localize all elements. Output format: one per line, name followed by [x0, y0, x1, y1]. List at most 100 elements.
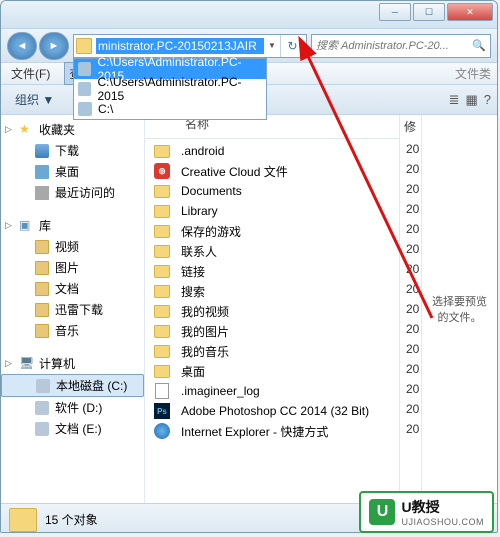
- help-icon[interactable]: ?: [484, 92, 491, 107]
- file-row[interactable]: PsAdobe Photoshop CC 2014 (32 Bit): [145, 401, 399, 421]
- sidebar-item-downloads[interactable]: 下载: [1, 140, 144, 161]
- folder-icon: [154, 185, 170, 198]
- organize-button[interactable]: 组织 ▼: [7, 89, 62, 110]
- folder-icon: [154, 225, 170, 238]
- folder-icon: [154, 285, 170, 298]
- column-date: 修 202020202020202020202020202020: [399, 115, 421, 503]
- sidebar-item-label: 视频: [55, 238, 79, 255]
- sidebar-computer[interactable]: ▷🖥计算机: [1, 353, 144, 374]
- view-list-icon[interactable]: ≣: [449, 92, 460, 108]
- file-date: 20: [404, 159, 419, 179]
- menu-right-label: 文件类: [455, 65, 491, 82]
- file-row[interactable]: 我的视频: [145, 301, 399, 321]
- sidebar-item-label: 文档 (E:): [55, 420, 102, 437]
- file-name: Documents: [181, 184, 391, 198]
- menu-file[interactable]: 文件(F): [7, 63, 54, 84]
- file-row[interactable]: 桌面: [145, 361, 399, 381]
- file-row[interactable]: 联系人: [145, 241, 399, 261]
- file-name: Internet Explorer - 快捷方式: [181, 423, 391, 440]
- file-row[interactable]: .imagineer_log: [145, 381, 399, 401]
- sidebar-item-label: 本地磁盘 (C:): [56, 377, 127, 394]
- refresh-button[interactable]: ↻: [280, 35, 304, 57]
- sidebar-item-documents[interactable]: 文档: [1, 278, 144, 299]
- sidebar-item-music[interactable]: 音乐: [1, 320, 144, 341]
- sidebar-item-label: 图片: [55, 259, 79, 276]
- creative-cloud-icon: ⊚: [154, 163, 170, 179]
- file-row[interactable]: 链接: [145, 261, 399, 281]
- file-row[interactable]: 我的图片: [145, 321, 399, 341]
- text-file-icon: [155, 383, 169, 399]
- file-name: 桌面: [181, 363, 391, 380]
- star-icon: ★: [19, 122, 35, 138]
- sidebar-item-drive-c[interactable]: 本地磁盘 (C:): [1, 374, 144, 397]
- folder-icon: [154, 245, 170, 258]
- maximize-button[interactable]: ☐: [413, 3, 445, 21]
- file-name: 搜索: [181, 283, 391, 300]
- explorer-window: ─ ☐ ✕ ◄ ► ministrator.PC-20150213JAIR ▼ …: [0, 0, 498, 533]
- address-dropdown-button[interactable]: ▼: [264, 35, 280, 57]
- file-row[interactable]: 搜索: [145, 281, 399, 301]
- content-area: 名称 .android⊚Creative Cloud 文件DocumentsLi…: [145, 115, 497, 503]
- download-icon: [35, 144, 49, 158]
- sidebar-item-xunlei[interactable]: 迅雷下载: [1, 299, 144, 320]
- file-name: Creative Cloud 文件: [181, 163, 391, 180]
- file-row[interactable]: ⊚ Creative Cloud 文件: [145, 161, 399, 181]
- watermark-title: U教授: [401, 497, 484, 517]
- sidebar-item-drive-e[interactable]: 文档 (E:): [1, 418, 144, 439]
- file-name: Library: [181, 204, 391, 218]
- file-date: 20: [404, 399, 419, 419]
- folder-icon: [154, 325, 170, 338]
- search-box[interactable]: 🔍: [311, 34, 491, 58]
- file-row[interactable]: 保存的游戏: [145, 221, 399, 241]
- address-item-label: C:\Users\Administrator.PC-2015: [97, 75, 262, 103]
- sidebar-label: 收藏夹: [39, 121, 75, 138]
- file-date: 20: [404, 179, 419, 199]
- sidebar-item-pictures[interactable]: 图片: [1, 257, 144, 278]
- sidebar-item-videos[interactable]: 视频: [1, 236, 144, 257]
- folder-icon: [154, 305, 170, 318]
- file-date: 20: [404, 239, 419, 259]
- search-icon: 🔍: [472, 39, 486, 52]
- file-row[interactable]: .android: [145, 141, 399, 161]
- file-name: 我的图片: [181, 323, 391, 340]
- folder-icon: [154, 265, 170, 278]
- file-date: 20: [404, 199, 419, 219]
- file-row[interactable]: 我的音乐: [145, 341, 399, 361]
- drive-icon: [35, 401, 49, 415]
- address-text: ministrator.PC-20150213JAIR: [96, 38, 264, 54]
- close-button[interactable]: ✕: [447, 3, 493, 21]
- preview-pane: 选择要预览的文件。: [421, 115, 497, 503]
- sidebar-item-recent[interactable]: 最近访问的: [1, 182, 144, 203]
- sidebar-libraries[interactable]: ▷▣库: [1, 215, 144, 236]
- back-button[interactable]: ◄: [7, 32, 37, 60]
- folder-icon: [78, 82, 91, 96]
- watermark: U U教授 UJIAOSHOU.COM: [359, 491, 494, 533]
- file-name: 保存的游戏: [181, 223, 391, 240]
- file-row[interactable]: Documents: [145, 181, 399, 201]
- file-date: 20: [404, 339, 419, 359]
- file-date: 20: [404, 419, 419, 439]
- watermark-sub: UJIAOSHOU.COM: [401, 517, 484, 527]
- sidebar-item-label: 软件 (D:): [55, 399, 102, 416]
- sidebar-item-label: 迅雷下载: [55, 301, 103, 318]
- folder-icon: [35, 282, 49, 296]
- folder-icon: [35, 324, 49, 338]
- sidebar-favorites[interactable]: ▷★收藏夹: [1, 119, 144, 140]
- folder-icon: [154, 365, 170, 378]
- sidebar-item-desktop[interactable]: 桌面: [1, 161, 144, 182]
- preview-text: 选择要预览的文件。: [430, 293, 489, 325]
- sidebar-item-label: 音乐: [55, 322, 79, 339]
- address-dropdown-item[interactable]: C:\Users\Administrator.PC-2015: [74, 79, 266, 99]
- forward-button[interactable]: ►: [39, 32, 69, 60]
- file-row[interactable]: Library: [145, 201, 399, 221]
- file-date: 20: [404, 219, 419, 239]
- sidebar-item-drive-d[interactable]: 软件 (D:): [1, 397, 144, 418]
- address-wrap: ministrator.PC-20150213JAIR ▼ ↻ C:\Users…: [73, 34, 307, 58]
- sidebar-item-label: 文档: [55, 280, 79, 297]
- search-input[interactable]: [316, 40, 468, 52]
- address-dropdown-list: C:\Users\Administrator.PC-2015 C:\Users\…: [73, 58, 267, 120]
- titlebar: ─ ☐ ✕: [1, 1, 497, 29]
- file-row[interactable]: Internet Explorer - 快捷方式: [145, 421, 399, 441]
- view-preview-icon[interactable]: ▦: [465, 92, 477, 108]
- minimize-button[interactable]: ─: [379, 3, 411, 21]
